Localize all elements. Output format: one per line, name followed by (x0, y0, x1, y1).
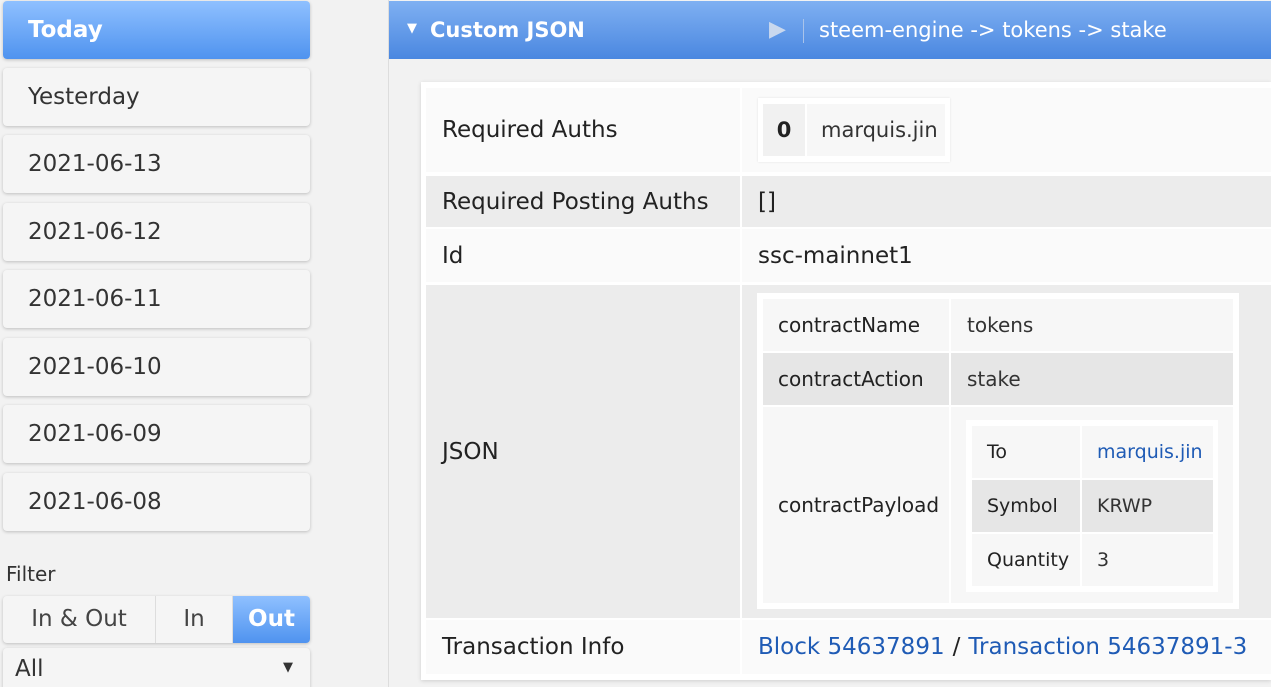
collapse-caret-icon[interactable]: ▼ (407, 21, 417, 36)
payload-key: To (972, 426, 1080, 478)
link-separator: / (952, 634, 961, 660)
payload-entry: To marquis.jin (972, 426, 1213, 478)
payload-entry: Quantity 3 (972, 534, 1213, 586)
day-button[interactable]: 2021-06-11 (3, 270, 310, 328)
day-button[interactable]: 2021-06-08 (3, 473, 310, 531)
field-label: Required Auths (426, 88, 740, 172)
payload-value: 3 (1082, 534, 1213, 586)
day-button[interactable]: 2021-06-12 (3, 203, 310, 261)
payload-value: KRWP (1082, 480, 1213, 532)
json-value: stake (951, 353, 1233, 405)
filter-in-out-button[interactable]: In & Out (3, 596, 156, 643)
payload-table: To marquis.jin Symbol KRWP Quantity 3 (966, 420, 1218, 592)
payload-value: marquis.jin (1082, 426, 1213, 478)
filter-in-button[interactable]: In (156, 596, 233, 643)
block-link[interactable]: Block 54637891 (758, 634, 945, 660)
divider (388, 0, 389, 687)
day-yesterday-button[interactable]: Yesterday (3, 68, 310, 126)
auth-account: marquis.jin (807, 104, 945, 156)
id-row: Id ssc-mainnet1 (426, 229, 1271, 282)
day-button[interactable]: 2021-06-13 (3, 135, 310, 193)
json-entry: contractAction stake (763, 353, 1233, 405)
filter-out-button[interactable]: Out (233, 596, 310, 643)
auths-list: 0 marquis.jin (758, 98, 950, 162)
day-button[interactable]: 2021-06-10 (3, 338, 310, 396)
filter-label: Filter (6, 562, 56, 586)
divider (803, 19, 804, 43)
day-today-button[interactable]: Today (3, 1, 310, 59)
payload-entry: Symbol KRWP (972, 480, 1213, 532)
auth-index: 0 (763, 104, 805, 156)
field-value: Block 54637891 / Transaction 54637891-3 (742, 620, 1271, 674)
payload-key: Symbol (972, 480, 1080, 532)
direction-filter: In & Out In Out (3, 596, 310, 643)
operation-title: Custom JSON (430, 18, 585, 42)
field-value: [] (742, 176, 1271, 227)
day-button[interactable]: 2021-06-09 (3, 405, 310, 463)
field-value: ssc-mainnet1 (742, 229, 1271, 282)
account-link[interactable]: marquis.jin (1097, 441, 1203, 463)
payload-key: Quantity (972, 534, 1080, 586)
transaction-link[interactable]: Transaction 54637891-3 (968, 634, 1247, 660)
required-posting-auths-row: Required Posting Auths [] (426, 176, 1271, 227)
date-sidebar: Today Yesterday 2021-06-13 2021-06-12 20… (0, 0, 312, 687)
field-label: Id (426, 229, 740, 282)
operation-header[interactable]: ▼ Custom JSON ▶ steem-engine -> tokens -… (389, 1, 1271, 59)
json-key: contractAction (763, 353, 949, 405)
play-icon: ▶ (769, 17, 786, 42)
json-entry: contractName tokens (763, 299, 1233, 351)
transaction-info-row: Transaction Info Block 54637891 / Transa… (426, 620, 1271, 674)
json-value: tokens (951, 299, 1233, 351)
field-label: Transaction Info (426, 620, 740, 674)
operation-type-select[interactable]: All ▼ (3, 648, 310, 687)
json-key: contractPayload (763, 407, 949, 603)
select-value: All (15, 656, 44, 682)
field-label: JSON (426, 285, 740, 618)
operation-path: steem-engine -> tokens -> stake (819, 18, 1167, 42)
field-label: Required Posting Auths (426, 176, 740, 227)
chevron-down-icon: ▼ (283, 660, 293, 675)
json-key: contractName (763, 299, 949, 351)
